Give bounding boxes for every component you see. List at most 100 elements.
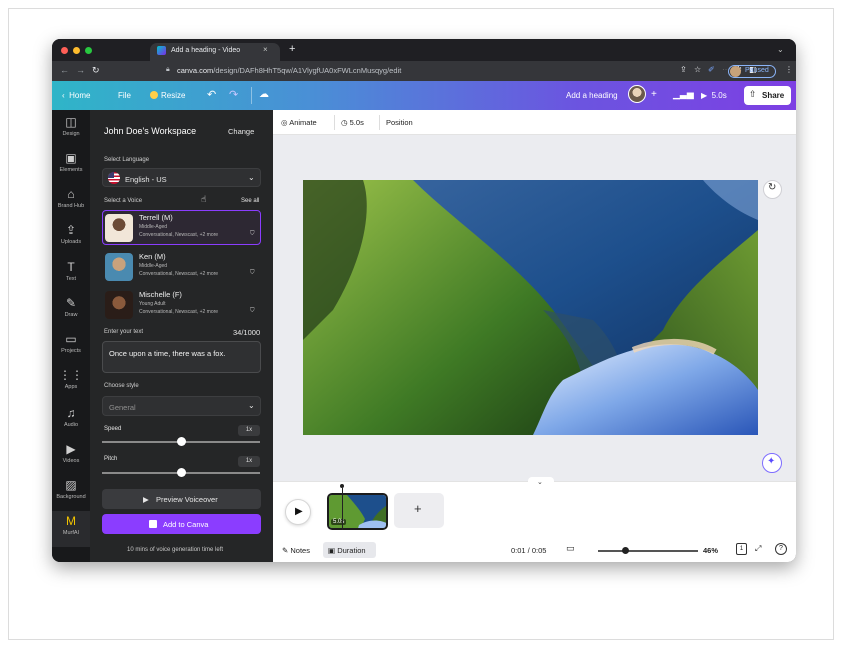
resize-button[interactable]: Resize bbox=[161, 91, 185, 100]
close-window-button[interactable] bbox=[61, 47, 68, 54]
insights-chart-icon[interactable]: ▁▃▅ bbox=[673, 89, 694, 100]
rail-item-projects[interactable]: ▭ Projects bbox=[52, 329, 90, 365]
voice-name: Terrell (M) bbox=[139, 213, 173, 222]
animate-label: Animate bbox=[289, 118, 317, 127]
design-title[interactable]: Add a heading bbox=[566, 91, 618, 100]
rail-label: Text bbox=[65, 276, 77, 282]
tab-search-chevron-icon[interactable]: ⌄ bbox=[777, 45, 784, 54]
bookmark-star-icon[interactable]: ☆ bbox=[694, 65, 701, 74]
language-heading: Select Language bbox=[104, 157, 150, 163]
page-view-icon[interactable]: ▭ bbox=[566, 543, 575, 554]
elements-icon: ▣ bbox=[65, 151, 77, 165]
toolbar-divider-2 bbox=[379, 115, 380, 130]
draw-icon: ✎ bbox=[65, 296, 77, 310]
share-page-icon[interactable]: ⇪ bbox=[680, 65, 687, 74]
undo-icon[interactable]: ↶ bbox=[207, 88, 216, 101]
zoom-percent[interactable]: 46% bbox=[703, 546, 718, 555]
url-domain: canva.com bbox=[177, 66, 214, 75]
back-arrow-icon[interactable]: ← bbox=[60, 65, 69, 75]
maximize-window-button[interactable] bbox=[85, 47, 92, 54]
add-label: Add to Canva bbox=[163, 520, 209, 529]
browser-menu-icon[interactable]: ⋮ bbox=[785, 65, 793, 74]
rail-item-audio[interactable]: ♫ Audio bbox=[52, 403, 90, 439]
uploads-icon: ⇪ bbox=[65, 223, 77, 237]
rail-item-videos[interactable]: ▶ Videos bbox=[52, 439, 90, 475]
workspace-title: John Doe's Workspace bbox=[104, 126, 197, 136]
voice-name: Ken (M) bbox=[139, 252, 166, 261]
page-count-button[interactable]: 1 bbox=[736, 543, 747, 555]
speed-label: Speed bbox=[104, 426, 122, 432]
reload-icon[interactable]: ↻ bbox=[92, 65, 100, 76]
minimize-window-button[interactable] bbox=[73, 47, 80, 54]
rail-item-uploads[interactable]: ⇪ Uploads bbox=[52, 220, 90, 256]
preview-label: Preview Voiceover bbox=[156, 495, 218, 504]
tab-close-icon[interactable]: × bbox=[263, 45, 268, 54]
speed-slider-handle[interactable] bbox=[176, 437, 186, 446]
style-value: General bbox=[109, 403, 136, 412]
rail-item-murfai[interactable]: M MurfAI bbox=[52, 511, 90, 547]
design-icon: ◫ bbox=[65, 115, 77, 129]
user-avatar[interactable] bbox=[628, 85, 646, 103]
rail-item-elements[interactable]: ▣ Elements bbox=[52, 148, 90, 184]
notes-button[interactable]: ✎ Notes bbox=[282, 546, 310, 555]
position-button[interactable]: Position bbox=[386, 118, 413, 127]
share-label: Share bbox=[762, 91, 785, 100]
cloud-save-icon[interactable]: ☁︎ bbox=[259, 89, 269, 100]
rail-item-design[interactable]: ◫ Design bbox=[52, 112, 90, 148]
rail-item-brand-hub[interactable]: ⌂ Brand Hub bbox=[52, 184, 90, 220]
playhead-line bbox=[342, 488, 343, 530]
notes-icon: ✎ bbox=[282, 546, 289, 555]
rail-item-apps[interactable]: ⋮⋮ Apps bbox=[52, 365, 90, 401]
projects-icon: ▭ bbox=[65, 332, 77, 346]
rail-label: Videos bbox=[62, 458, 80, 464]
rail-label: Audio bbox=[63, 422, 79, 428]
redo-icon[interactable]: ↷ bbox=[229, 88, 238, 101]
duration-button[interactable]: ◷ 5.0s bbox=[341, 118, 364, 127]
voice-text-value: Once upon a time, there was a fox. bbox=[109, 349, 226, 358]
present-play-button[interactable]: ▶ 5.0s bbox=[701, 91, 727, 100]
home-button[interactable]: ‹ Home bbox=[62, 91, 90, 100]
canva-favicon-icon bbox=[157, 46, 166, 55]
new-tab-button[interactable]: + bbox=[289, 43, 295, 55]
background-icon: ▨ bbox=[65, 478, 77, 492]
rail-label: Elements bbox=[59, 167, 83, 173]
rail-item-text[interactable]: T Text bbox=[52, 257, 90, 293]
see-all-link[interactable]: See all bbox=[241, 198, 259, 204]
lock-icon: 🔒︎ bbox=[166, 66, 170, 73]
rail-label: MurfAI bbox=[62, 530, 80, 536]
toolbar-divider bbox=[334, 115, 335, 130]
browser-window: Add a heading - Video × + ⌄ ← → ↻ 🔒︎ can… bbox=[52, 39, 796, 562]
regenerate-icon: ↻ bbox=[768, 182, 777, 193]
rail-label: Design bbox=[62, 131, 80, 137]
invite-plus-icon[interactable]: + bbox=[651, 89, 657, 100]
zoom-slider[interactable] bbox=[598, 550, 698, 552]
play-triangle-icon: ▶ bbox=[701, 91, 708, 100]
pitch-slider-handle[interactable] bbox=[176, 468, 186, 477]
address-input[interactable]: canva.com/design/DAFh8HhT5qw/A1VlygfUA0x… bbox=[177, 66, 401, 75]
videos-icon: ▶ bbox=[66, 442, 76, 456]
help-button[interactable]: ? bbox=[775, 543, 787, 555]
animate-button[interactable]: ◎ Animate bbox=[281, 118, 317, 127]
present-duration: 5.0s bbox=[711, 91, 727, 100]
rail-item-background[interactable]: ▨ Background bbox=[52, 475, 90, 511]
footer-duration-label: Duration bbox=[337, 546, 366, 555]
clock-icon: ◷ bbox=[341, 118, 348, 127]
design-page[interactable] bbox=[303, 180, 758, 435]
file-menu-button[interactable]: File bbox=[118, 91, 131, 100]
change-workspace-link[interactable]: Change bbox=[228, 127, 254, 136]
chevron-down-icon: ⌄ bbox=[248, 173, 255, 182]
text-icon: T bbox=[67, 260, 75, 274]
voice-heading: Select a Voice bbox=[104, 198, 143, 204]
rail-label: Apps bbox=[64, 384, 78, 390]
zoom-slider-handle[interactable] bbox=[622, 547, 629, 554]
extension-pen-icon[interactable]: ✐ bbox=[708, 65, 715, 74]
text-heading: Enter your text bbox=[104, 329, 144, 335]
rail-item-draw[interactable]: ✎ Draw bbox=[52, 293, 90, 329]
forward-arrow-icon[interactable]: → bbox=[76, 65, 85, 75]
voice-lock-icon: ⛉ bbox=[250, 231, 255, 237]
duration-toggle-inner: ▣ Duration bbox=[328, 546, 366, 555]
voice-lock-icon: ⛉ bbox=[250, 270, 255, 276]
fullscreen-icon[interactable]: ⤢ bbox=[755, 544, 761, 554]
rail-label: Background bbox=[56, 494, 86, 500]
char-count: 34/1000 bbox=[233, 328, 261, 337]
